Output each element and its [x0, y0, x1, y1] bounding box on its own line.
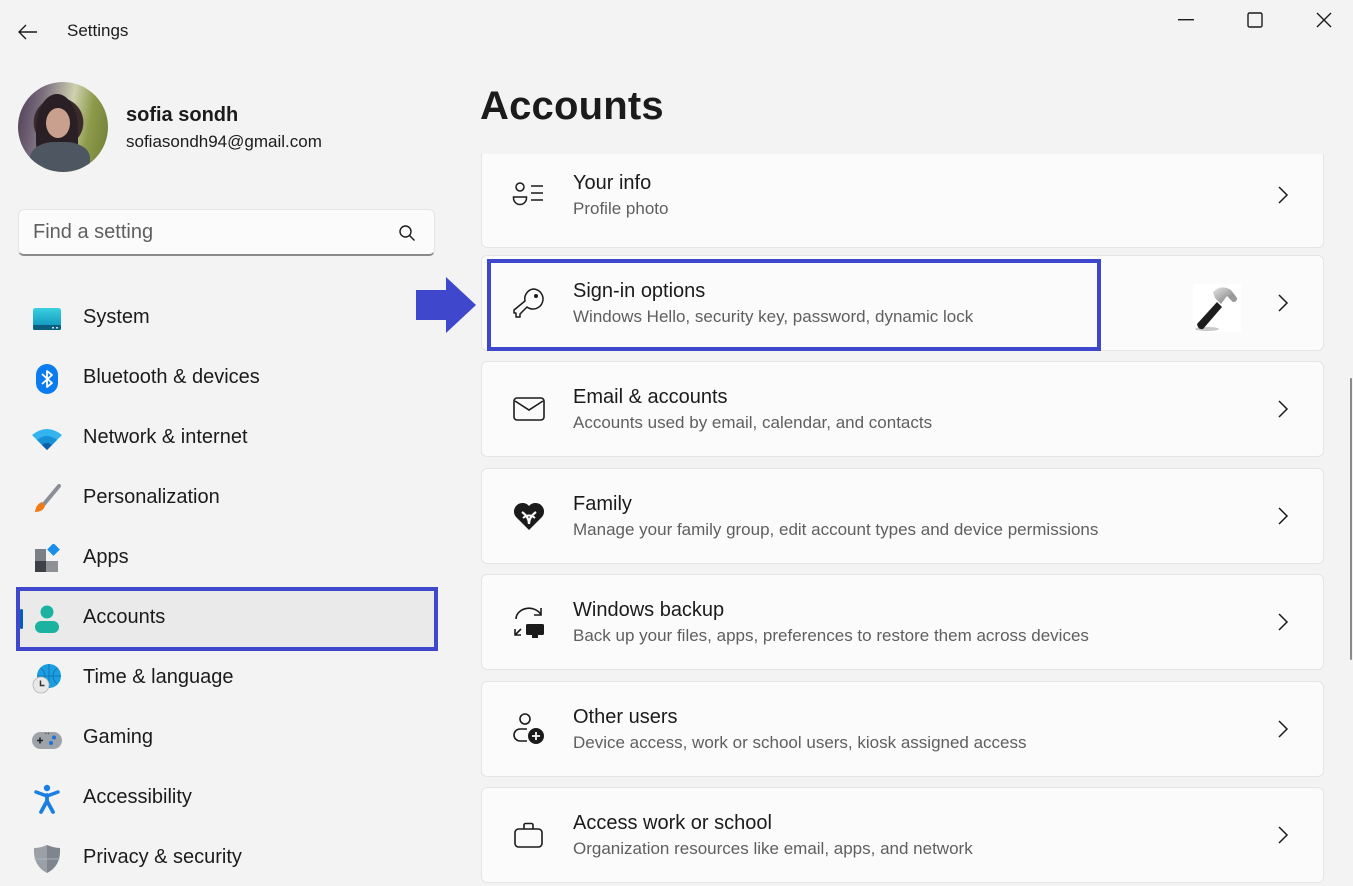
sidebar-item-label: Personalization: [83, 486, 220, 508]
sidebar-item-accessibility[interactable]: Accessibility: [18, 769, 437, 829]
backup-sync-icon: [514, 607, 544, 638]
maximize-button[interactable]: [1221, 0, 1289, 40]
key-icon: [513, 288, 544, 318]
avatar-face: [46, 108, 70, 138]
chevron-right-icon: [1278, 294, 1289, 312]
card-subtitle: Accounts used by email, calendar, and co…: [573, 413, 933, 432]
chevron-right-icon: [1278, 826, 1289, 844]
sidebar-item-time-language[interactable]: Time & language: [18, 649, 437, 709]
sidebar-item-label: Privacy & security: [83, 846, 242, 868]
chevron-right-icon: [1278, 613, 1289, 631]
accounts-icon: [35, 605, 59, 633]
avatar-body: [30, 142, 90, 172]
sidebar-item-bluetooth[interactable]: Bluetooth & devices: [18, 349, 437, 409]
back-button[interactable]: [14, 18, 42, 46]
sidebar-nav: System Bluetooth & devices Network & int…: [18, 289, 437, 886]
sidebar-item-label: Apps: [83, 546, 129, 568]
sidebar-item-personalization[interactable]: Personalization: [18, 469, 437, 529]
time-language-icon: [32, 664, 61, 694]
card-title: Access work or school: [573, 812, 772, 834]
accessibility-icon: [34, 784, 60, 814]
sidebar-item-label: Accounts: [83, 606, 166, 628]
profile-name: sofia sondh: [126, 104, 239, 126]
sidebar-item-label: Accessibility: [83, 786, 192, 808]
family-heart-icon: [513, 502, 545, 530]
card-family[interactable]: Family Manage your family group, edit ac…: [481, 468, 1324, 564]
search-box[interactable]: [18, 209, 435, 256]
search-input[interactable]: [33, 210, 393, 255]
card-your-info[interactable]: Your info Profile photo: [481, 154, 1324, 248]
mail-icon: [513, 397, 545, 421]
sidebar-item-network[interactable]: Network & internet: [18, 409, 437, 469]
user-info-icon: [512, 182, 543, 206]
avatar[interactable]: [18, 82, 108, 172]
profile-email: sofiasondh94@gmail.com: [126, 132, 322, 151]
add-user-icon: [513, 713, 544, 744]
close-button[interactable]: [1290, 0, 1353, 40]
chevron-right-icon: [1278, 507, 1289, 525]
paintbrush-icon: [35, 484, 61, 512]
card-title: Your info: [573, 172, 652, 194]
sidebar-item-label: Time & language: [83, 666, 234, 688]
bluetooth-icon: [36, 364, 58, 394]
chevron-right-icon: [1278, 720, 1289, 738]
gamepad-icon: [32, 732, 62, 749]
maximize-icon: [1247, 12, 1263, 28]
card-subtitle: Device access, work or school users, kio…: [573, 733, 1027, 752]
page-title: Accounts: [480, 84, 664, 128]
apps-icon: [35, 544, 60, 572]
sidebar-item-gaming[interactable]: Gaming: [18, 709, 437, 769]
title-bar: Settings: [0, 0, 1353, 62]
card-other-users[interactable]: Other users Device access, work or schoo…: [481, 681, 1324, 777]
pointer-arrow-icon: [416, 277, 476, 333]
sidebar-item-label: Bluetooth & devices: [83, 366, 260, 388]
card-title: Family: [573, 493, 632, 515]
sidebar-item-system[interactable]: System: [18, 289, 437, 349]
briefcase-icon: [514, 822, 543, 848]
scrollbar[interactable]: [1350, 378, 1352, 660]
accounts-settings-list: Your info Profile photo Sign-in options …: [481, 154, 1324, 886]
sidebar-item-label: Network & internet: [83, 426, 248, 448]
card-subtitle: Manage your family group, edit account t…: [573, 520, 1099, 539]
close-icon: [1316, 12, 1332, 28]
wifi-icon: [32, 429, 62, 450]
sidebar-item-label: Gaming: [83, 726, 154, 748]
card-email-accounts[interactable]: Email & accounts Accounts used by email,…: [481, 361, 1324, 457]
card-subtitle: Windows Hello, security key, password, d…: [573, 307, 974, 326]
card-title: Other users: [573, 706, 678, 728]
sidebar-item-accounts[interactable]: Accounts: [18, 589, 437, 649]
chevron-right-icon: [1278, 186, 1289, 204]
card-subtitle: Profile photo: [573, 199, 669, 218]
card-subtitle: Back up your files, apps, preferences to…: [573, 626, 1089, 645]
card-windows-backup[interactable]: Windows backup Back up your files, apps,…: [481, 574, 1324, 670]
hammer-icon: [1193, 284, 1241, 332]
sidebar-item-label: System: [83, 306, 150, 328]
minimize-icon: [1178, 19, 1194, 21]
card-title: Windows backup: [573, 599, 725, 621]
shield-icon: [33, 845, 61, 873]
card-access-work-school[interactable]: Access work or school Organization resou…: [481, 787, 1324, 883]
back-arrow-icon: [18, 24, 37, 40]
minimize-button[interactable]: [1152, 0, 1220, 40]
system-icon: [33, 308, 61, 330]
card-title: Sign-in options: [573, 280, 706, 302]
card-title: Email & accounts: [573, 386, 728, 408]
app-title: Settings: [67, 21, 129, 40]
card-subtitle: Organization resources like email, apps,…: [573, 839, 973, 858]
sidebar-item-apps[interactable]: Apps: [18, 529, 437, 589]
search-icon[interactable]: [398, 224, 416, 242]
chevron-right-icon: [1278, 400, 1289, 418]
sidebar-item-privacy-security[interactable]: Privacy & security: [18, 829, 437, 886]
